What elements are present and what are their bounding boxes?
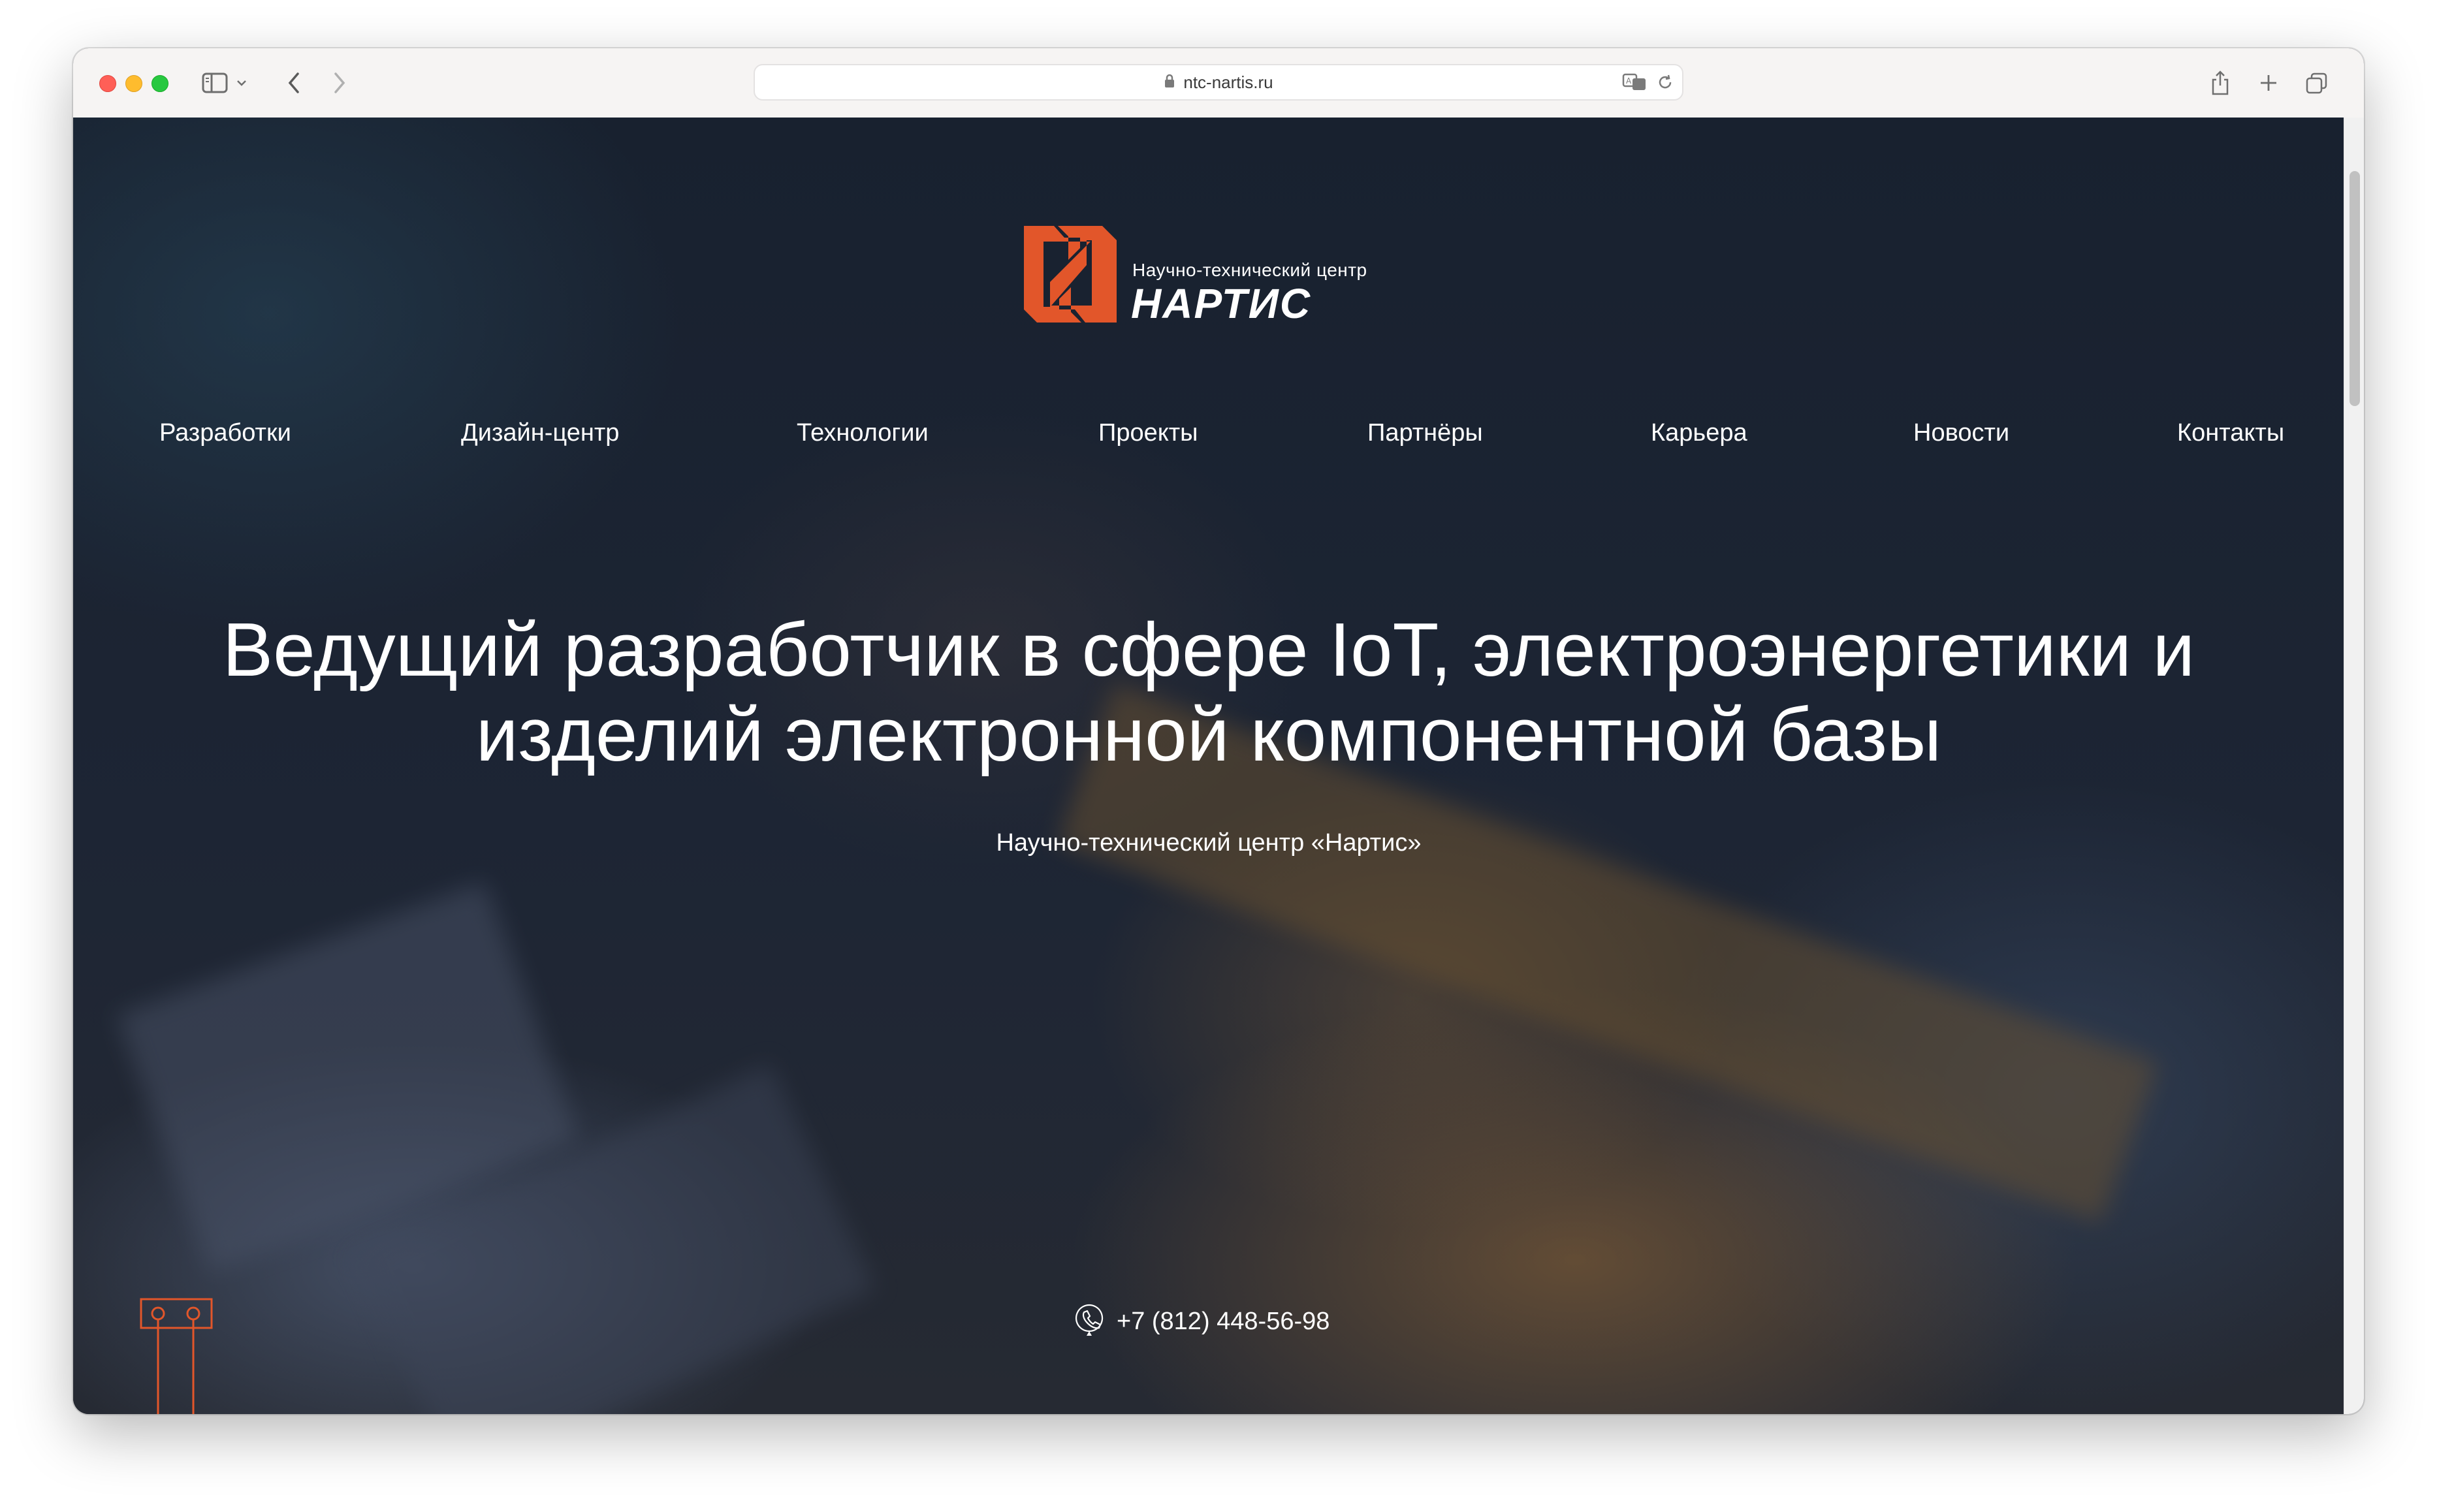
- nav-item-dizain-centr[interactable]: Дизайн-центр: [461, 419, 619, 447]
- nav-item-razrabotki[interactable]: Разработки: [159, 419, 291, 447]
- share-icon[interactable]: [2206, 67, 2235, 99]
- url-text: ntc-nartis.ru: [1183, 72, 1273, 92]
- site-logo[interactable]: Научно-технический центр НАРТИС: [1019, 222, 1404, 327]
- chevron-down-icon[interactable]: [234, 67, 249, 99]
- phone-icon: [1074, 1303, 1105, 1340]
- nav-item-novosti[interactable]: Новости: [1913, 419, 2009, 447]
- forward-icon[interactable]: [327, 67, 353, 99]
- address-bar[interactable]: ntc-nartis.ru A: [754, 64, 1683, 101]
- svg-text:A: A: [1626, 76, 1632, 86]
- nav-item-partnery[interactable]: Партнёры: [1367, 419, 1483, 447]
- hero-title-line-2: изделий электронной компонентной базы: [475, 692, 1942, 777]
- circuit-decoration-icon: [140, 1298, 213, 1414]
- sidebar-icon[interactable]: [200, 67, 230, 99]
- browser-toolbar: ntc-nartis.ru A: [73, 48, 2364, 119]
- reload-icon[interactable]: [1656, 73, 1674, 95]
- main-nav: Разработки Дизайн-центр Технологии Проек…: [73, 419, 2344, 458]
- hero-title: Ведущий разработчик в сфере IoT, электро…: [151, 607, 2266, 777]
- back-icon[interactable]: [281, 67, 307, 99]
- new-tab-icon[interactable]: [2254, 67, 2283, 99]
- logo-name: НАРТИС: [1131, 280, 1312, 327]
- nav-item-proekty[interactable]: Проекты: [1098, 419, 1198, 447]
- hero-title-line-1: Ведущий разработчик в сфере IoT, электро…: [222, 607, 2195, 692]
- logo-subtitle: Научно-технический центр: [1132, 260, 1367, 280]
- zoom-window-button[interactable]: [151, 75, 168, 92]
- scrollbar-thumb[interactable]: [2349, 171, 2360, 406]
- phone-link[interactable]: +7 (812) 448-56-98: [1074, 1303, 1330, 1340]
- lock-icon: [1164, 73, 1175, 92]
- nav-item-kontakty[interactable]: Контакты: [2177, 419, 2284, 447]
- close-window-button[interactable]: [99, 75, 116, 92]
- nav-item-tehnologii[interactable]: Технологии: [797, 419, 929, 447]
- nartis-logo-icon: [1024, 226, 1117, 323]
- browser-window: ntc-nartis.ru A Научно-технический центр…: [73, 48, 2364, 1414]
- phone-number: +7 (812) 448-56-98: [1117, 1307, 1330, 1335]
- hero-subtitle: Научно-технический центр «Нартис»: [996, 829, 1422, 857]
- minimize-window-button[interactable]: [125, 75, 142, 92]
- translate-icon[interactable]: A: [1622, 72, 1648, 96]
- tabs-overview-icon[interactable]: [2302, 67, 2331, 99]
- webpage: Научно-технический центр НАРТИС Разработ…: [73, 118, 2344, 1414]
- nav-item-karera[interactable]: Карьера: [1651, 419, 1747, 447]
